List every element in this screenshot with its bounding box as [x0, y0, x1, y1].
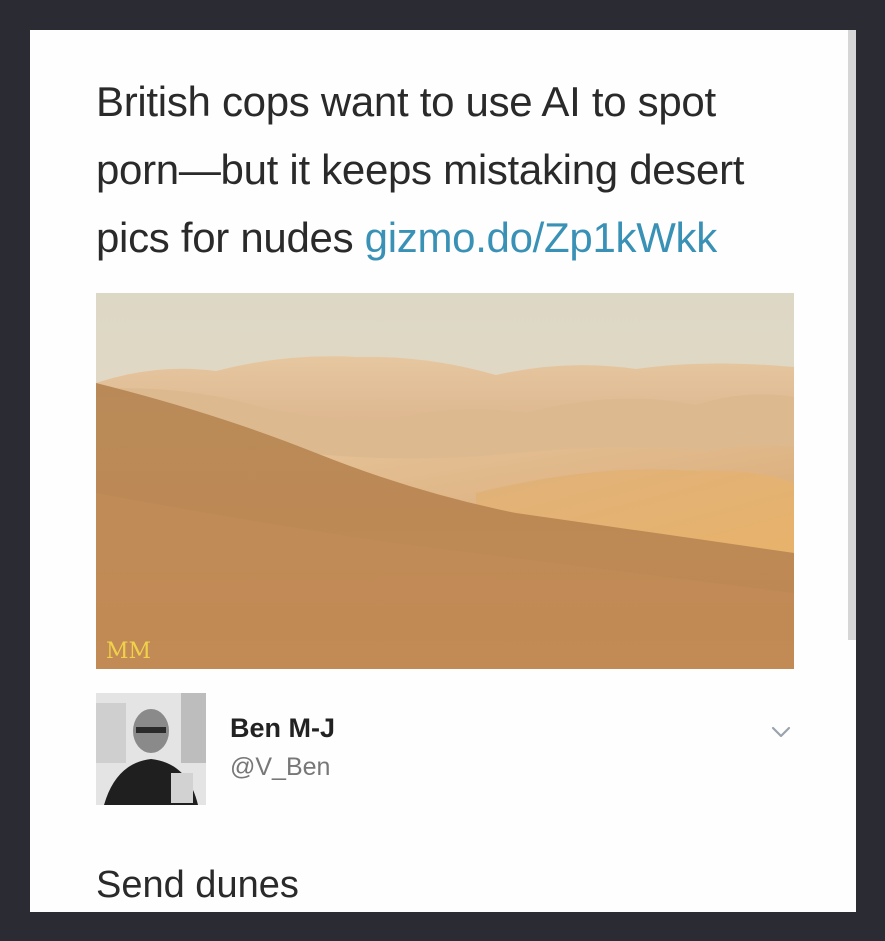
author-handle[interactable]: @V_Ben [230, 753, 330, 782]
tweet-text: British cops want to use AI to spot porn… [96, 68, 796, 272]
scrollbar[interactable] [848, 30, 856, 640]
tweet-text-line-1: British cops want to use AI to spot [96, 78, 716, 125]
tweet-link[interactable]: gizmo.do/Zp1kWkk [365, 214, 718, 261]
avatar[interactable] [96, 693, 206, 805]
reply-text: Send dunes [96, 864, 299, 906]
tweet-media-image[interactable]: MM [96, 293, 794, 669]
desert-photo: MM [96, 293, 794, 669]
author-row[interactable]: Ben M-J @V_Ben [96, 693, 806, 805]
tweet-text-line-2: porn—but it keeps mistaking desert [96, 146, 745, 193]
tweet-text-line-3: pics for nudes [96, 214, 365, 261]
avatar-photo [96, 693, 206, 805]
tweet-card: British cops want to use AI to spot porn… [30, 30, 856, 912]
image-watermark: MM [106, 639, 151, 664]
author-name[interactable]: Ben M-J [230, 713, 335, 744]
chevron-down-icon[interactable] [768, 719, 794, 745]
